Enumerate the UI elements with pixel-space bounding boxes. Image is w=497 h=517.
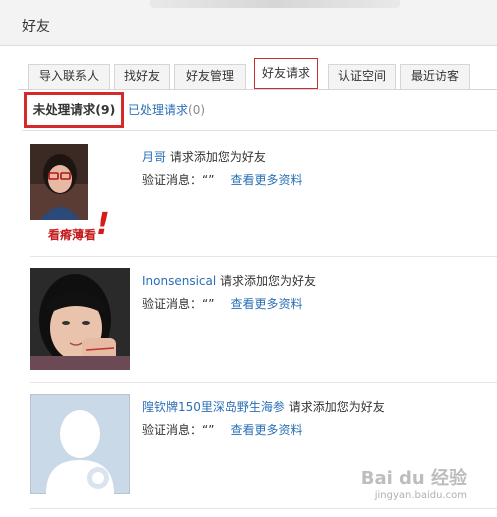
- verify-message-row: 验证消息：“” 查看更多资料: [142, 171, 302, 188]
- tab-friend-management[interactable]: 好友管理: [174, 64, 246, 89]
- requester-name-link[interactable]: Inonsensical: [142, 274, 216, 288]
- avatar-photo-icon: [30, 268, 130, 370]
- tab-verified-spaces[interactable]: 认证空间: [328, 64, 396, 89]
- request-action-text: 请求添加您为好友: [169, 150, 266, 164]
- avatar-photo-icon: [30, 144, 88, 220]
- baidu-watermark: Bai du 经验 jingyan.baidu.com: [361, 464, 467, 501]
- avatar[interactable]: [30, 144, 88, 220]
- subtab-processed-requests[interactable]: 已处理请求(0): [128, 92, 205, 128]
- request-action-text: 请求添加您为好友: [288, 400, 385, 414]
- verify-message: 验证消息：“”: [142, 173, 215, 187]
- requester-name-link[interactable]: 隍钦牌150里深岛野生海参: [142, 400, 285, 414]
- item-divider: [30, 256, 497, 257]
- default-avatar-icon: [30, 394, 130, 494]
- tab-recent-visitors[interactable]: 最近访客: [400, 64, 470, 89]
- request-title: 月哥 请求添加您为好友: [142, 148, 302, 165]
- watermark-url: jingyan.baidu.com: [374, 490, 467, 501]
- request-info: 隍钦牌150里深岛野生海参 请求添加您为好友 验证消息：“” 查看更多资料: [142, 398, 385, 438]
- watermark-logo: Bai du 经验: [360, 468, 467, 489]
- request-action-text: 请求添加您为好友: [220, 274, 317, 288]
- page-header: 好友: [0, 0, 497, 46]
- friend-request-item: Inonsensical 请求添加您为好友 验证消息：“” 查看更多资料: [30, 268, 497, 374]
- request-info: 月哥 请求添加您为好友 验证消息：“” 查看更多资料: [142, 148, 302, 188]
- header-blurred-strip: [150, 0, 400, 8]
- item-divider: [30, 382, 497, 383]
- tab-import-contacts[interactable]: 导入联系人: [28, 64, 110, 89]
- friend-request-item: 看瘠薄看 ! 月哥 请求添加您为好友 验证消息：“” 查看更多资料: [30, 144, 497, 254]
- subtab-pending-requests[interactable]: 未处理请求(9): [24, 92, 124, 128]
- view-more-profile-link[interactable]: 查看更多资料: [230, 297, 302, 311]
- request-title: 隍钦牌150里深岛野生海参 请求添加您为好友: [142, 398, 385, 415]
- annotation-label: 看瘠薄看: [48, 228, 97, 242]
- request-info: Inonsensical 请求添加您为好友 验证消息：“” 查看更多资料: [142, 272, 316, 312]
- subtab-divider: [22, 130, 497, 131]
- item-divider: [30, 508, 497, 509]
- verify-message-row: 验证消息：“” 查看更多资料: [142, 295, 316, 312]
- subtab-processed-label: 已处理请求: [128, 103, 189, 117]
- page-title: 好友: [22, 19, 50, 35]
- tab-friend-requests[interactable]: 好友请求: [254, 58, 318, 89]
- avatar[interactable]: [30, 268, 130, 370]
- tab-divider: [18, 89, 497, 90]
- tab-find-friends[interactable]: 找好友: [114, 64, 170, 89]
- request-title: Inonsensical 请求添加您为好友: [142, 272, 316, 289]
- verify-message: 验证消息：“”: [142, 297, 215, 311]
- requester-name-link[interactable]: 月哥: [142, 150, 166, 164]
- verify-message: 验证消息：“”: [142, 423, 215, 437]
- view-more-profile-link[interactable]: 查看更多资料: [230, 423, 302, 437]
- avatar[interactable]: [30, 394, 130, 494]
- subtab-processed-count: (0): [188, 103, 206, 117]
- exclamation-icon: !: [96, 207, 110, 242]
- view-more-profile-link[interactable]: 查看更多资料: [230, 173, 302, 187]
- verify-message-row: 验证消息：“” 查看更多资料: [142, 421, 385, 438]
